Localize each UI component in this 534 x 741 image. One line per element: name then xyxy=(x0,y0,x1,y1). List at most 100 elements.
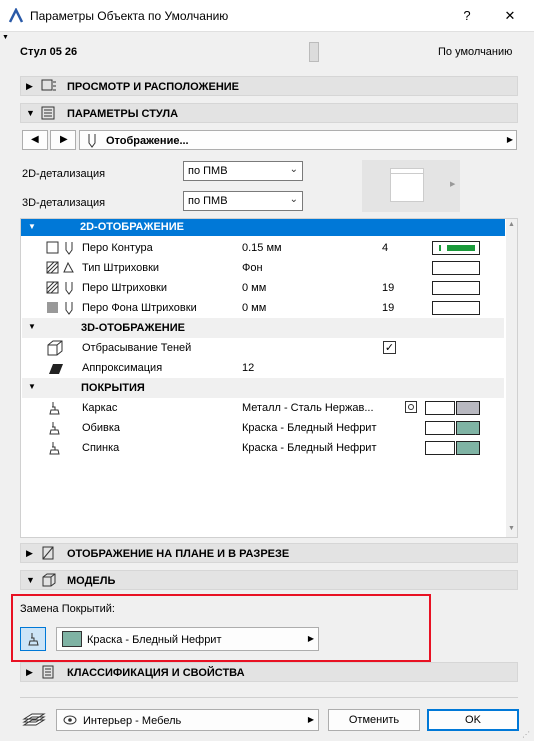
chevron-right-icon: ▶ xyxy=(307,715,314,724)
brush-icon xyxy=(49,402,60,415)
scroll-up-icon[interactable]: ▲ xyxy=(508,221,515,228)
param-name: Перо Контура xyxy=(82,242,153,254)
detail-2d-value: по ПМВ xyxy=(188,165,228,177)
preview-arrow-icon[interactable]: ▶ xyxy=(450,180,455,188)
table-row[interactable]: Спинка Краска - Бледный Нефрит xyxy=(22,438,504,458)
page-selector[interactable]: Отображение... ▶ xyxy=(79,130,517,150)
group-3d-label: 3D-ОТОБРАЖЕНИЕ xyxy=(81,322,185,334)
scrollbar[interactable]: ▲ ▼ xyxy=(506,219,517,537)
right-triangle-icon: ▶ xyxy=(60,134,68,145)
pen-color-swatch[interactable] xyxy=(432,301,480,315)
param-name: Тип Штриховки xyxy=(82,262,160,274)
detail-2d-dropdown[interactable]: по ПМВ ⌄ xyxy=(183,161,303,181)
close-button[interactable]: ✕ xyxy=(500,6,520,26)
table-row[interactable]: Аппроксимация 12 xyxy=(22,358,504,378)
surface-color-swatch[interactable] xyxy=(456,421,480,435)
table-row[interactable]: Отбрасывание Теней ✓ xyxy=(22,338,504,358)
surface-override-label: Замена Покрытий: xyxy=(20,603,115,615)
group-2d-label: 2D-ОТОБРАЖЕНИЕ xyxy=(80,221,184,233)
favorites-dropdown[interactable]: Интерьер - Мебель ▶ xyxy=(56,709,319,731)
table-row[interactable]: Перо Фона Штриховки 0 мм 19 xyxy=(22,298,504,318)
brush-icon xyxy=(28,633,39,646)
hatch-pen-icon xyxy=(46,281,73,295)
resize-grip-icon[interactable]: ⋰ xyxy=(522,730,530,739)
favorites-icon[interactable] xyxy=(22,711,46,729)
surface-name: Краска - Бледный Нефрит xyxy=(87,634,222,646)
favorite-name: Интерьер - Мебель xyxy=(83,715,182,727)
next-page-button[interactable]: ▶ xyxy=(50,130,76,150)
surface-color-swatch[interactable] xyxy=(456,401,480,415)
divider xyxy=(20,697,518,698)
param-name: Каркас xyxy=(82,402,118,414)
scroll-down-icon[interactable]: ▼ xyxy=(508,525,515,532)
detail-3d-value: по ПМВ xyxy=(188,195,228,207)
surface-swatch[interactable] xyxy=(425,421,455,435)
chevron-down-icon: ⌄ xyxy=(289,164,298,175)
param-value: 0 мм xyxy=(242,282,267,294)
pen-icon xyxy=(88,134,96,148)
group-2d-header[interactable]: ▼ 2D-ОТОБРАЖЕНИЕ xyxy=(21,219,505,236)
preview-panel: ▶ xyxy=(362,160,460,212)
archicad-app-icon xyxy=(8,8,24,23)
eye-icon xyxy=(63,715,77,725)
corner-arrow-icon: ▼ xyxy=(2,34,9,41)
chevron-right-icon: ▶ xyxy=(307,634,314,643)
surface-swatch[interactable] xyxy=(425,441,455,455)
ok-button[interactable]: OK xyxy=(427,709,519,731)
detail-2d-label: 2D-детализация xyxy=(22,168,106,180)
expand-arrow-icon: ▶ xyxy=(26,81,33,91)
param-name: Аппроксимация xyxy=(82,362,163,374)
param-value: 12 xyxy=(242,362,255,374)
chevron-down-icon: ⌄ xyxy=(289,194,298,205)
section-classification[interactable]: ▶ КЛАССИФИКАЦИЯ И СВОЙСТВА xyxy=(20,662,518,682)
shadow-checkbox[interactable]: ✓ xyxy=(383,341,396,354)
pen-color-swatch[interactable] xyxy=(432,241,480,255)
classification-icon xyxy=(42,665,54,679)
surface-color-swatch[interactable] xyxy=(456,441,480,455)
model-cube-icon xyxy=(42,573,56,587)
group-coverings-header[interactable]: ▼ ПОКРЫТИЯ xyxy=(22,378,504,398)
param-value: 0 мм xyxy=(242,302,267,314)
param-name: Спинка xyxy=(82,442,120,454)
chevron-right-icon: ▶ xyxy=(506,135,513,144)
surface-picker[interactable]: Краска - Бледный Нефрит ▶ xyxy=(56,627,319,651)
param-value: Фон xyxy=(242,262,263,274)
param-name: Перо Фона Штриховки xyxy=(82,302,197,314)
detail-3d-dropdown[interactable]: по ПМВ ⌄ xyxy=(183,191,303,211)
section-model-label: МОДЕЛЬ xyxy=(67,575,116,587)
section-chair-label: ПАРАМЕТРЫ СТУЛА xyxy=(67,108,179,120)
collapse-arrow-icon: ▼ xyxy=(28,382,36,391)
table-row[interactable]: Перо Штриховки 0 мм 19 xyxy=(22,278,504,298)
title-bar: Параметры Объекта по Умолчанию ? ✕ xyxy=(0,0,534,32)
cancel-button[interactable]: Отменить xyxy=(328,709,420,731)
hatch-type-icon xyxy=(46,261,74,274)
table-row[interactable]: Каркас Металл - Сталь Нержав... xyxy=(22,398,504,418)
preview-thumbnail xyxy=(390,168,424,202)
collapse-arrow-icon: ▼ xyxy=(28,222,36,231)
divider-handle[interactable] xyxy=(309,42,319,62)
table-row[interactable]: Тип Штриховки Фон xyxy=(22,258,504,278)
left-triangle-icon: ◀ xyxy=(31,134,39,145)
collapse-arrow-icon: ▼ xyxy=(26,575,35,585)
section-chair-params[interactable]: ▼ ПАРАМЕТРЫ СТУЛА xyxy=(20,103,518,123)
prev-page-button[interactable]: ◀ xyxy=(22,130,48,150)
texture-picker-icon[interactable] xyxy=(405,401,417,413)
surface-swatch[interactable] xyxy=(425,401,455,415)
group-3d-header[interactable]: ▼ 3D-ОТОБРАЖЕНИЕ xyxy=(22,318,504,338)
hatch-swatch[interactable] xyxy=(432,261,480,275)
table-row[interactable]: Обивка Краска - Бледный Нефрит xyxy=(22,418,504,438)
section-view-placement[interactable]: ▶ ПРОСМОТР И РАСПОЛОЖЕНИЕ xyxy=(20,76,518,96)
table-row[interactable]: Перо Контура 0.15 мм 4 xyxy=(22,238,504,258)
page-selector-label: Отображение... xyxy=(106,135,189,147)
section-model[interactable]: ▼ МОДЕЛЬ xyxy=(20,570,518,590)
override-toggle-button[interactable] xyxy=(20,627,46,651)
section-plan-display[interactable]: ▶ ОТОБРАЖЕНИЕ НА ПЛАНЕ И В РАЗРЕЗЕ xyxy=(20,543,518,563)
pen-number: 19 xyxy=(382,282,395,294)
chair-params-icon xyxy=(41,106,55,120)
cube-icon xyxy=(47,340,63,356)
section-plan-label: ОТОБРАЖЕНИЕ НА ПЛАНЕ И В РАЗРЕЗЕ xyxy=(67,548,290,560)
param-name: Перо Штриховки xyxy=(82,282,167,294)
pen-color-swatch[interactable] xyxy=(432,281,480,295)
window-title: Параметры Объекта по Умолчанию xyxy=(30,9,229,23)
help-button[interactable]: ? xyxy=(457,6,477,26)
